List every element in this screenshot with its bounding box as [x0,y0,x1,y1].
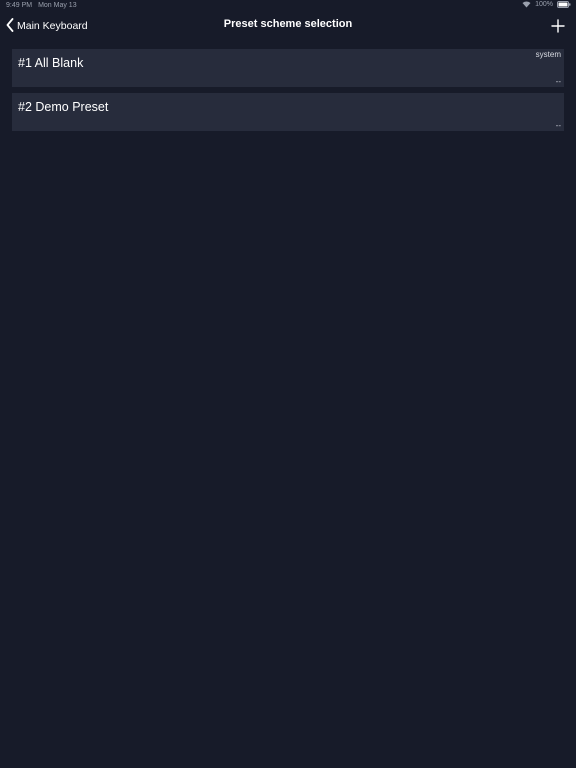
preset-detail: -- [555,121,561,130]
battery-percent: 100% [535,1,553,8]
status-time: 9:49 PM [6,2,33,9]
battery-icon [557,1,571,8]
chevron-left-icon [6,17,14,35]
back-button-label: Main Keyboard [17,20,88,32]
back-button[interactable]: Main Keyboard [6,17,88,35]
preset-row-all-blank[interactable]: #1 All Blank system -- [12,49,564,87]
preset-name: #1 All Blank [18,56,84,70]
preset-list: #1 All Blank system -- #2 Demo Preset -- [12,49,564,137]
status-date: Mon May 13 [38,2,77,9]
status-right: 100% [522,1,571,8]
status-left: 9:49 PM Mon May 13 [6,2,77,9]
plus-icon [551,19,565,33]
navigation-bar: Main Keyboard Preset scheme selection [0,12,576,40]
add-button[interactable] [550,18,566,34]
preset-name: #2 Demo Preset [18,100,109,114]
wifi-icon [522,1,531,8]
preset-row-demo-preset[interactable]: #2 Demo Preset -- [12,93,564,131]
preset-detail: -- [555,77,561,86]
status-bar: 9:49 PM Mon May 13 100% [0,0,576,12]
preset-tag: system [535,50,561,59]
